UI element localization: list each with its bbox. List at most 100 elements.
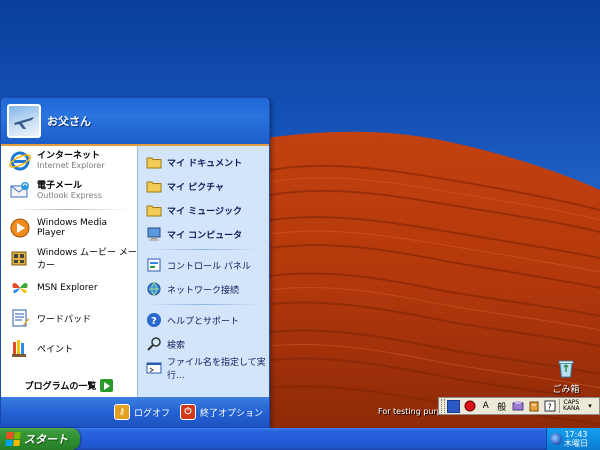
media-player-icon [10,218,30,238]
paint-icon [12,340,26,357]
program-msn-explorer-label: MSN Explorer [37,283,98,293]
place-my-documents[interactable]: マイ ドキュメント [138,150,269,174]
input-mode-button[interactable]: A [479,399,493,413]
program-paint-label: ペイント [37,344,74,355]
program-wordpad[interactable]: ワードパッド [1,303,137,333]
place-my-computer[interactable]: マイ コンピュータ [138,222,269,246]
shutdown-label: 終了オプション [199,408,263,419]
help-icon: ? [147,313,161,327]
ime-pad-icon [464,400,476,412]
language-bar-grip[interactable] [441,399,445,413]
ime-dictionary-button[interactable] [527,399,541,413]
movie-maker-icon [11,251,27,266]
run-icon [146,362,162,374]
svg-text:?: ? [547,403,551,412]
start-menu: お父さん インターネット Internet Explorer 電子メール Out… [0,97,270,428]
left-panel-separator [9,209,129,210]
pinned-email-subtitle: Outlook Express [37,191,102,200]
all-programs-arrow-icon [100,378,114,392]
ime-flag-button[interactable] [447,399,461,413]
folder-icon [146,181,162,193]
all-programs-label: プログラムの一覧 [24,381,97,392]
shutdown-button[interactable]: ⏻ 終了オプション [179,404,263,420]
outlook-express-icon [10,182,29,198]
system-tray: 17:43 木曜日 [546,428,600,450]
logoff-button[interactable]: ⚷ ログオフ [113,404,170,420]
start-menu-header: お父さん [1,98,269,146]
ime-help-button[interactable]: ? [543,399,557,413]
program-wordpad-label: ワードパッド [37,314,92,325]
program-movie-maker-label: Windows ムービー メーカー [37,248,137,271]
support-search-label: 検索 [167,340,186,351]
tray-globe-icon[interactable] [550,433,562,445]
svg-text:?: ? [151,316,157,327]
ime-red-dot-button[interactable] [463,399,477,413]
clock-time: 17:43 [564,430,588,439]
internet-explorer-icon [9,151,31,171]
place-my-pictures[interactable]: マイ ピクチャ [138,174,269,198]
start-menu-footer: ⚷ ログオフ ⏻ 終了オプション [1,397,269,427]
clock[interactable]: 17:43 木曜日 [564,430,588,448]
airplane-icon [14,117,34,129]
place-my-music[interactable]: マイ ミュージック [138,198,269,222]
program-media-player-label: Windows Media Player [37,218,108,238]
language-bar-separator [558,399,560,413]
help-square-icon: ? [544,400,556,412]
user-name: お父さん [47,115,91,128]
pinned-email[interactable]: 電子メール Outlook Express [1,176,137,206]
system-control-panel[interactable]: コントロール パネル [138,253,269,277]
program-paint[interactable]: ペイント [1,333,137,363]
logoff-label: ログオフ [133,408,170,419]
system-control-panel-label: コントロール パネル [167,261,251,272]
control-panel-icon [147,258,161,272]
program-movie-maker[interactable]: Windows ムービー メーカー [1,243,137,273]
network-icon [147,282,161,296]
computer-icon [147,227,161,241]
all-programs-button[interactable]: プログラムの一覧 [1,371,137,399]
support-help-label: ヘルプとサポート [167,316,240,327]
start-menu-left-panel: インターネット Internet Explorer 電子メール Outlook … [1,146,137,399]
power-icon: ⏻ [179,404,196,420]
ime-tools-icon [512,401,524,411]
pinned-email-title: 電子メール [37,181,83,191]
dictionary-icon [529,401,539,412]
system-network-label: ネットワーク接続 [167,285,240,296]
start-button[interactable]: スタート [0,428,80,450]
place-my-music-label: マイ ミュージック [167,206,242,217]
right-panel-separator [146,304,261,305]
conversion-mode-button[interactable]: 般 [495,399,509,413]
pinned-internet-subtitle: Internet Explorer [37,161,105,170]
system-network[interactable]: ネットワーク接続 [138,277,269,301]
right-panel-separator [146,249,261,250]
windows-logo-icon [5,432,21,446]
support-run-label: ファイル名を指定して実行... [167,358,266,381]
user-avatar[interactable] [7,104,41,138]
folder-icon [146,157,162,169]
program-media-player[interactable]: Windows Media Player [1,213,137,243]
program-msn-explorer[interactable]: MSN Explorer [1,273,137,303]
kana-indicator: KANA [563,405,580,412]
start-button-label: スタート [24,433,68,446]
pinned-internet[interactable]: インターネット Internet Explorer [1,146,137,176]
clock-day: 木曜日 [564,439,588,448]
support-help[interactable]: ? ヘルプとサポート [138,308,269,332]
start-menu-right-panel: マイ ドキュメント マイ ピクチャ マイ ミュージック マイ コンピュータ コン… [137,146,269,399]
language-bar-options-button[interactable]: ▾ [583,399,597,413]
pinned-internet-title: インターネット [37,151,101,161]
logoff-key-icon: ⚷ [113,404,130,420]
msn-butterfly-icon [12,283,28,294]
wordpad-icon [12,309,29,327]
taskbar: スタート 17:43 木曜日 [0,428,600,450]
place-my-documents-label: マイ ドキュメント [167,158,243,169]
ime-tools-button[interactable] [511,399,525,413]
caps-kana-indicator: CAPS KANA [562,400,581,412]
folder-icon [146,205,162,217]
recycle-bin-shortcut[interactable]: ごみ箱 [548,358,584,395]
support-run[interactable]: ファイル名を指定して実行... [138,356,269,381]
place-my-pictures-label: マイ ピクチャ [167,182,225,193]
support-search[interactable]: 検索 [138,332,269,356]
recycle-bin-icon [558,360,574,378]
ime-flag-icon [447,399,461,413]
language-bar: A 般 ? CAPS KANA ▾ [438,397,600,415]
place-my-computer-label: マイ コンピュータ [167,230,243,241]
